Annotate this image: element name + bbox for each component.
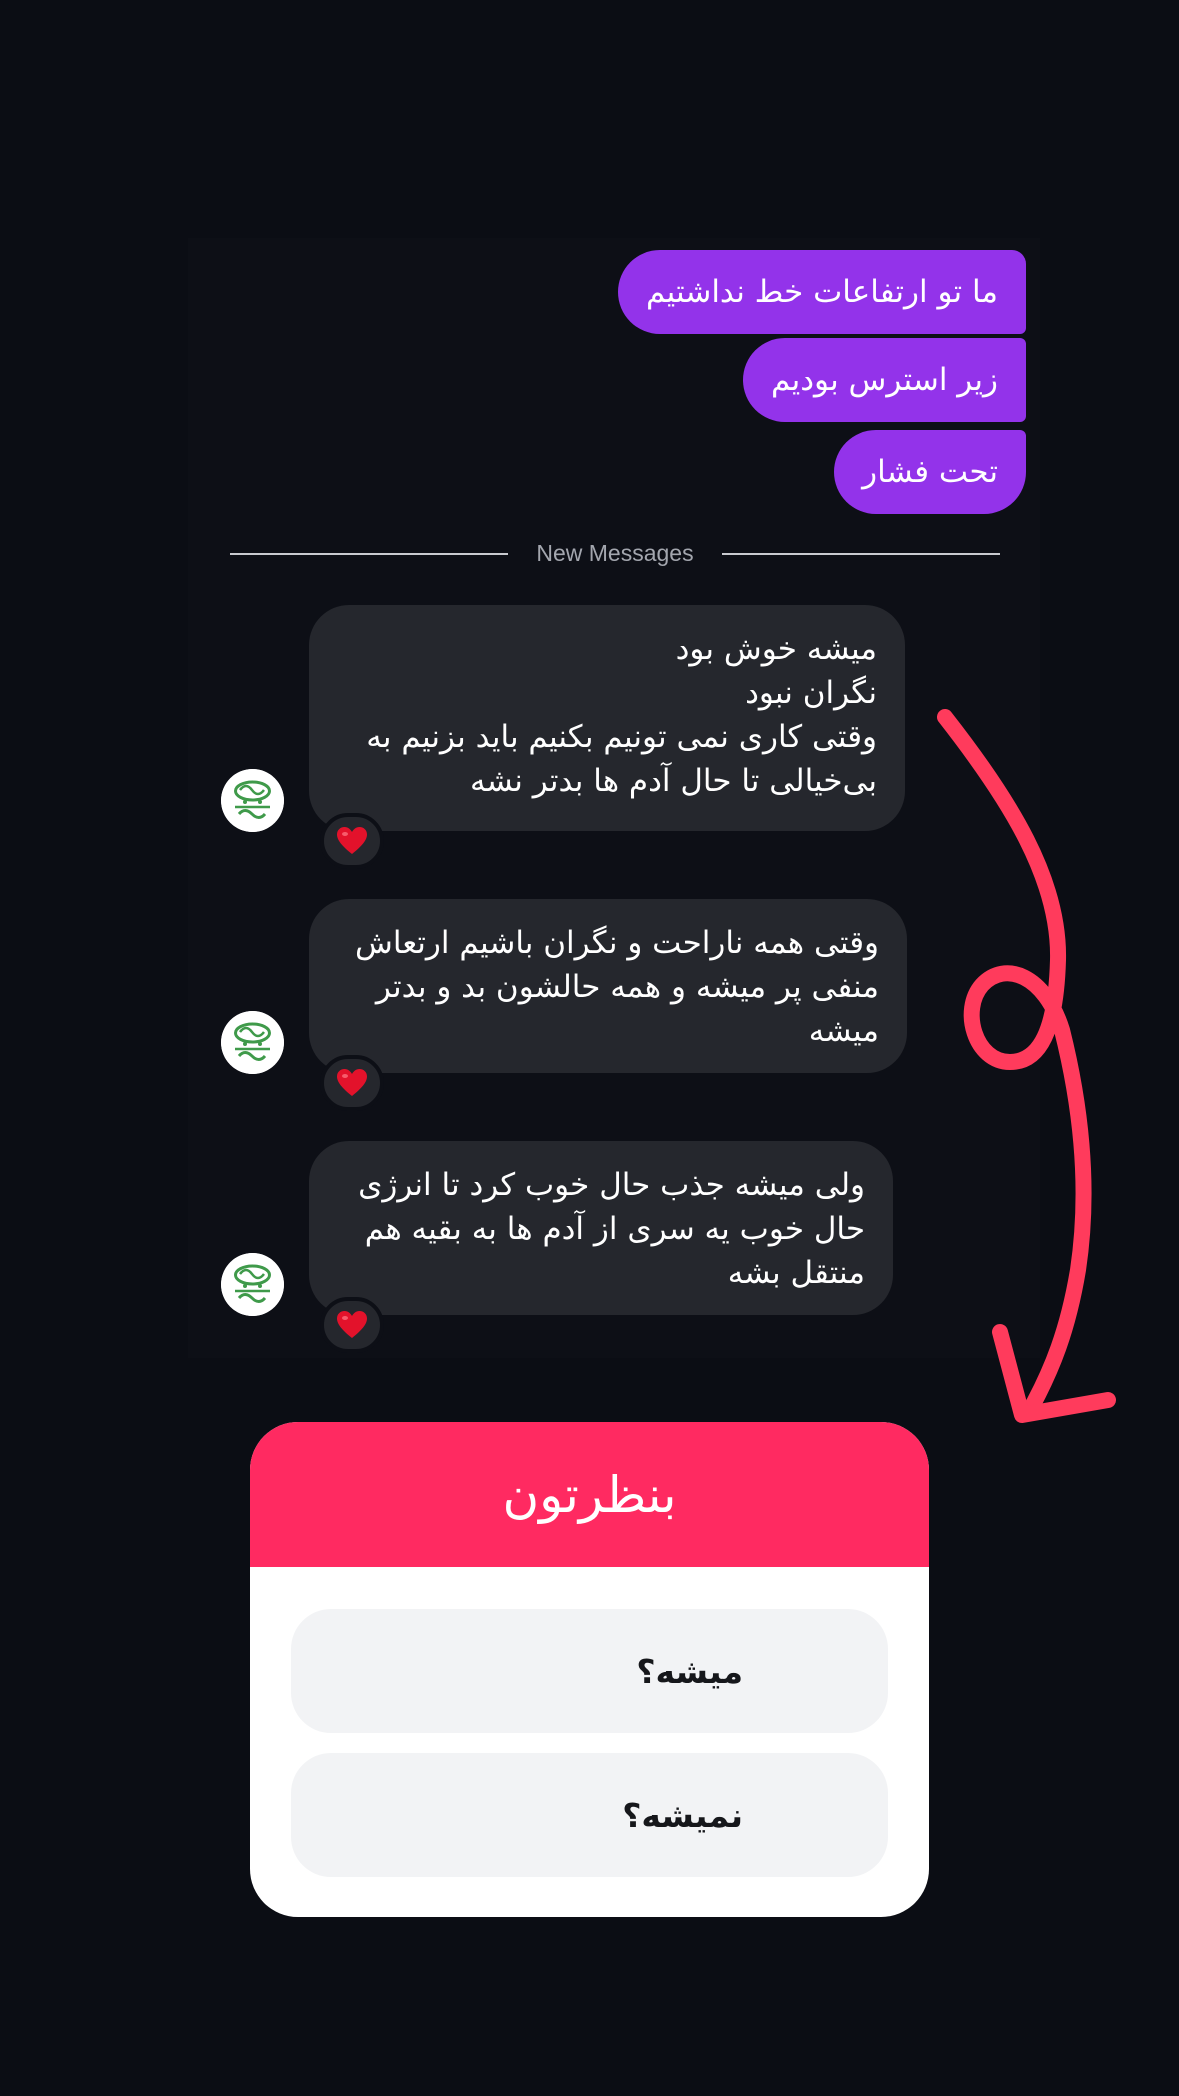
message-line: بی‌خیالی تا حال آدم ها بدتر نشه bbox=[470, 763, 877, 799]
reaction-badge[interactable] bbox=[320, 813, 384, 869]
poll-title: بنظرتون bbox=[502, 1465, 677, 1524]
incoming-message[interactable]: میشه خوش بود نگران نبود وقتی کاری نمی تو… bbox=[309, 605, 905, 831]
outgoing-message[interactable]: تحت فشار bbox=[834, 430, 1026, 514]
heart-icon bbox=[337, 1069, 367, 1096]
poll-option-yes[interactable]: میشه؟ bbox=[291, 1609, 888, 1733]
message-text: تحت فشار bbox=[862, 454, 998, 490]
message-line: وقتی کاری نمی تونیم بکنیم باید بزنیم به bbox=[366, 719, 877, 755]
avatar[interactable] bbox=[221, 1011, 284, 1074]
poll-option-label: نمیشه؟ bbox=[622, 1795, 743, 1835]
new-messages-divider: New Messages bbox=[230, 538, 1000, 568]
reaction-badge[interactable] bbox=[320, 1055, 384, 1111]
heart-icon bbox=[337, 827, 367, 854]
message-line: ولی میشه جذب حال خوب کرد تا انرژی bbox=[358, 1167, 865, 1203]
message-line: نگران نبود bbox=[745, 675, 877, 711]
incoming-message[interactable]: وقتی همه ناراحت و نگران باشیم ارتعاش منف… bbox=[309, 899, 907, 1073]
outgoing-message[interactable]: ما تو ارتفاعات خط نداشتیم bbox=[618, 250, 1026, 334]
avatar-logo-icon bbox=[221, 769, 284, 832]
message-text: زیر استرس بودیم bbox=[770, 362, 998, 398]
divider-line bbox=[722, 553, 1000, 555]
message-line: حال خوب یه سری از آدم ها به بقیه هم bbox=[364, 1211, 865, 1247]
poll-header: بنظرتون bbox=[250, 1422, 929, 1567]
incoming-message[interactable]: ولی میشه جذب حال خوب کرد تا انرژی حال خو… bbox=[309, 1141, 893, 1315]
message-line: منتقل بشه bbox=[727, 1255, 865, 1291]
avatar-logo-icon bbox=[221, 1011, 284, 1074]
avatar[interactable] bbox=[221, 769, 284, 832]
avatar[interactable] bbox=[221, 1253, 284, 1316]
message-line: میشه خوش بود bbox=[675, 631, 877, 667]
heart-icon bbox=[337, 1311, 367, 1338]
message-text: ما تو ارتفاعات خط نداشتیم bbox=[646, 274, 998, 310]
avatar-logo-icon bbox=[221, 1253, 284, 1316]
poll-option-label: میشه؟ bbox=[636, 1651, 743, 1691]
poll-card: بنظرتون میشه؟ نمیشه؟ bbox=[250, 1422, 929, 1917]
message-line: میشه bbox=[808, 1013, 879, 1049]
poll-option-no[interactable]: نمیشه؟ bbox=[291, 1753, 888, 1877]
message-line: منفی پر میشه و همه حالشون بد و بدتر bbox=[375, 969, 879, 1005]
outgoing-message[interactable]: زیر استرس بودیم bbox=[742, 338, 1026, 422]
message-line: وقتی همه ناراحت و نگران باشیم ارتعاش bbox=[355, 925, 879, 961]
reaction-badge[interactable] bbox=[320, 1297, 384, 1353]
